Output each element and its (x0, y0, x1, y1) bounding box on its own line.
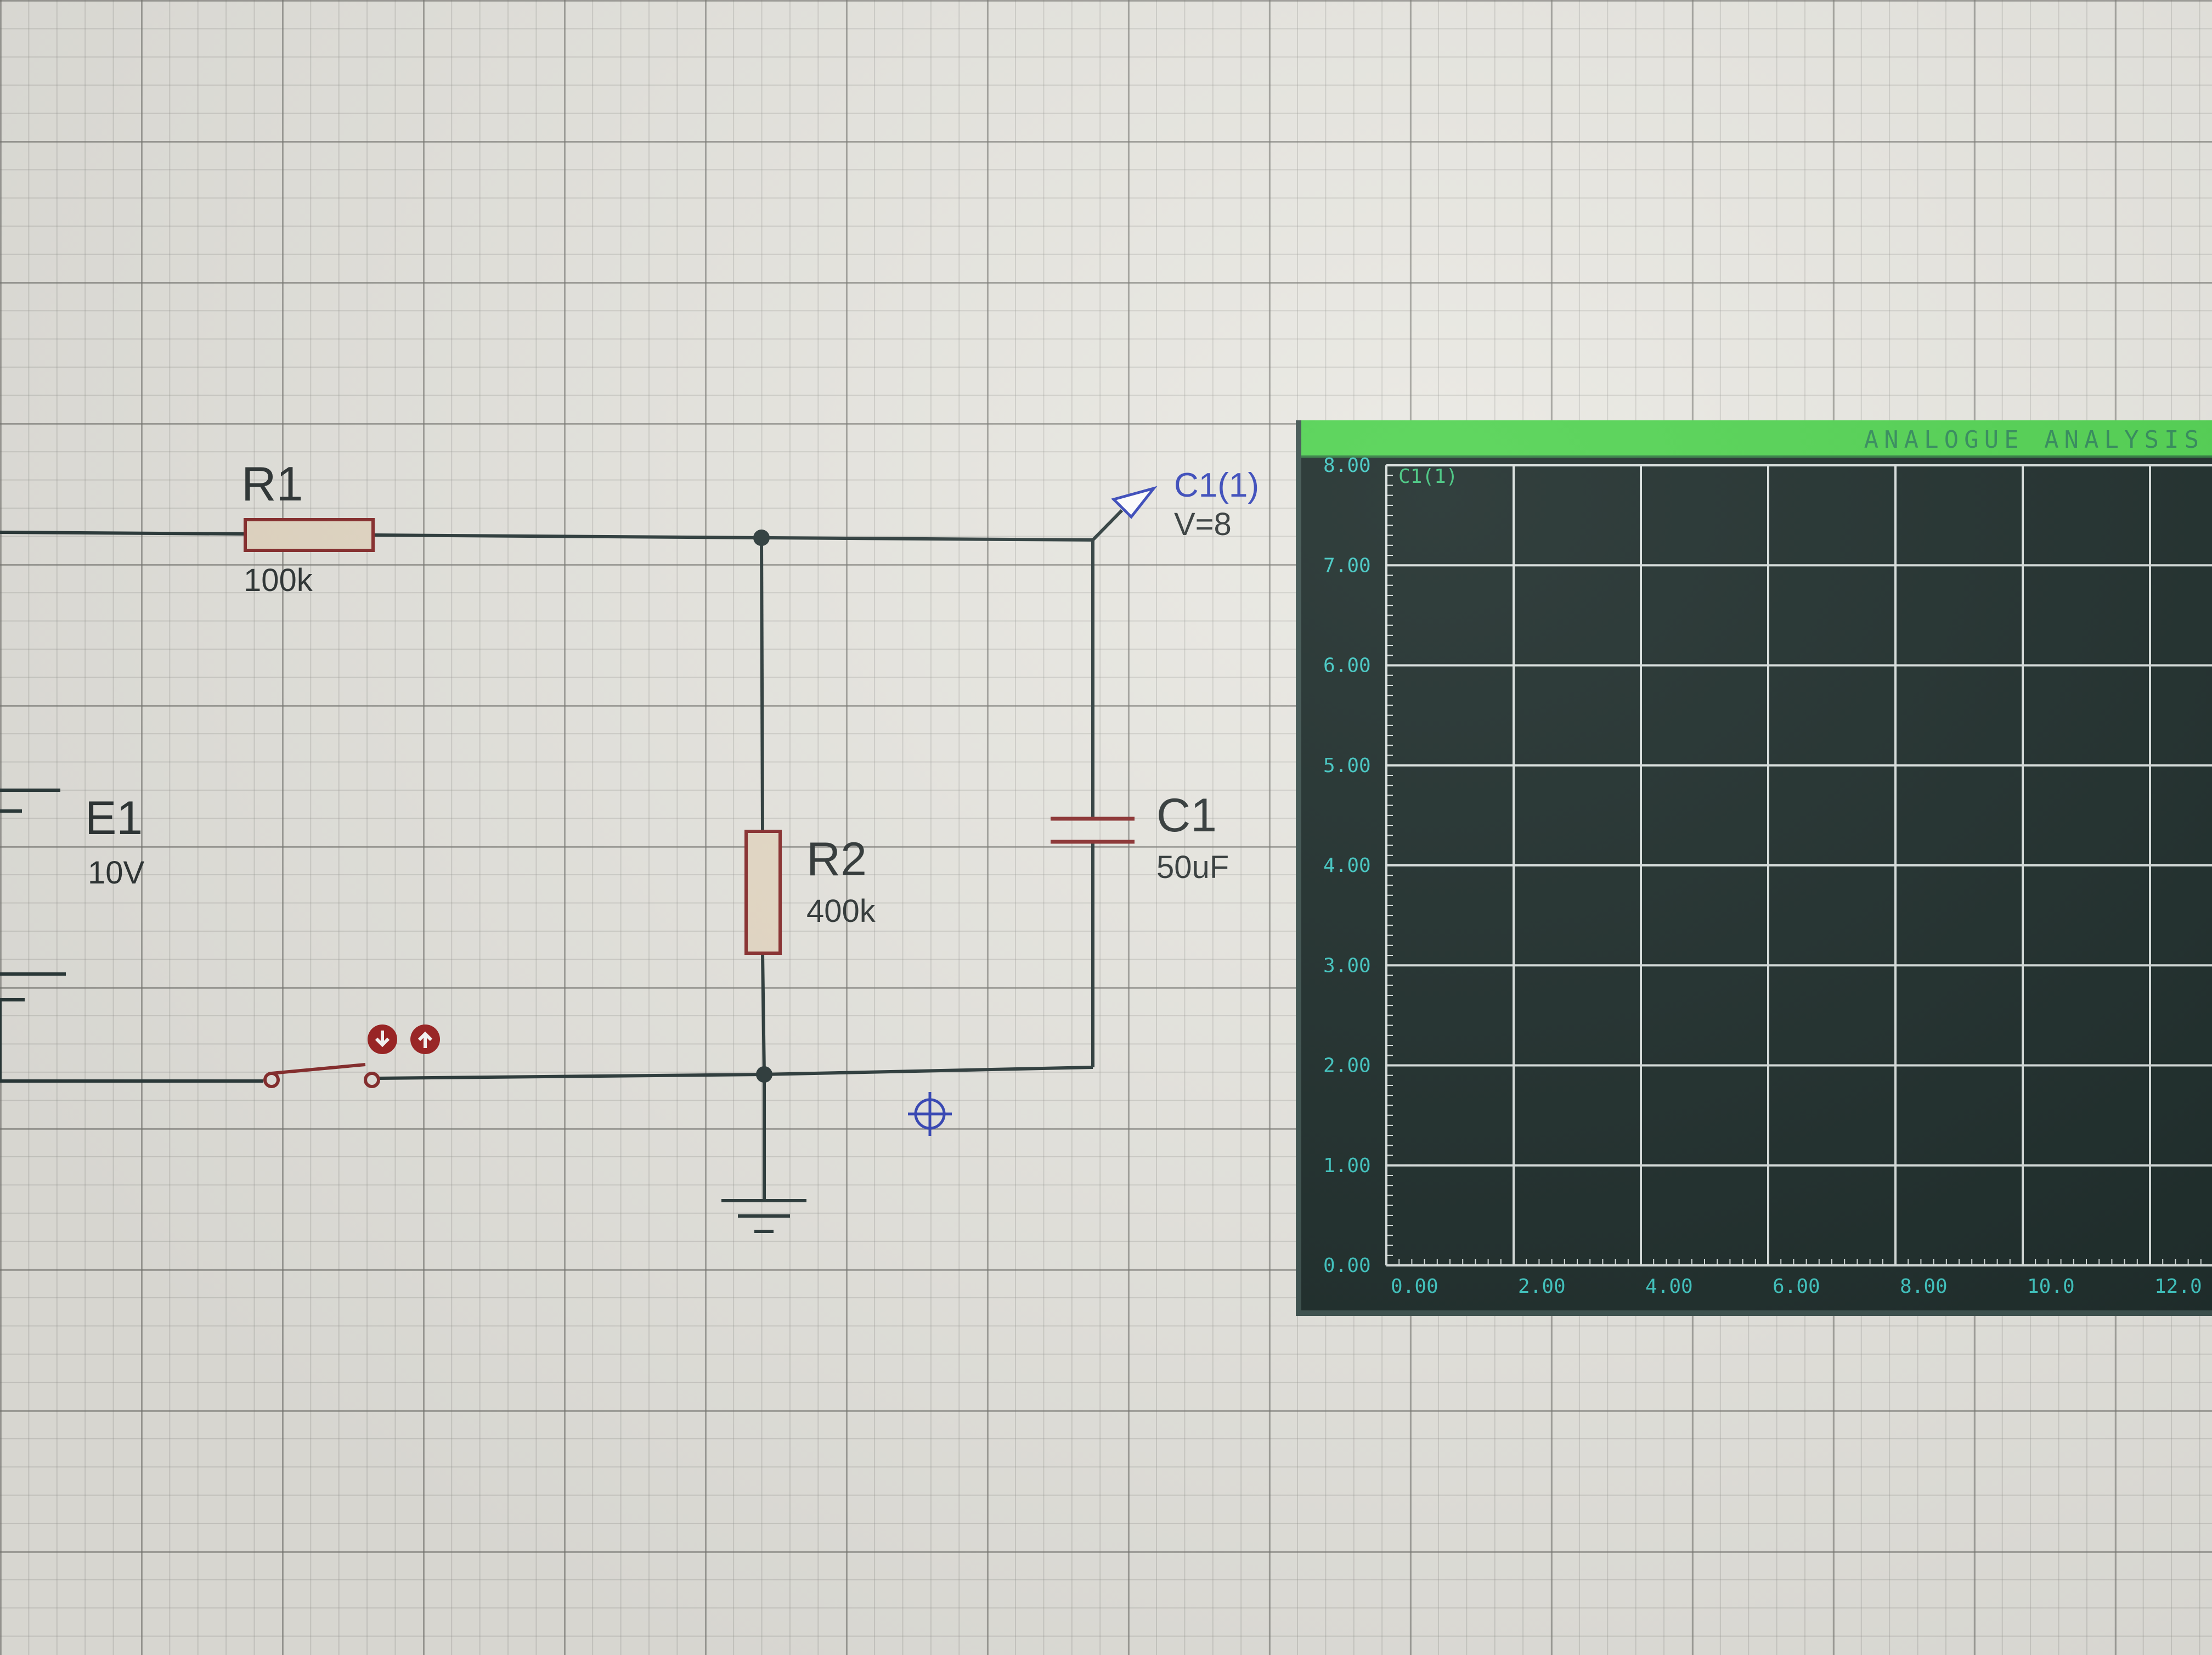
x-tick-label: 6.00 (1773, 1275, 1820, 1298)
trace-label[interactable]: C1(1) (1398, 465, 1458, 488)
junction-bottom (756, 1066, 772, 1083)
push-switch[interactable] (263, 1063, 380, 1088)
y-tick-label: 7.00 (1323, 554, 1371, 577)
x-tick-label: 10.0 (2027, 1275, 2075, 1298)
r2-value: 400k (806, 893, 876, 929)
x-tick-label: 8.00 (1900, 1275, 1948, 1298)
y-tick-label: 5.00 (1323, 755, 1371, 777)
ground-symbol (721, 1199, 806, 1233)
wires[interactable] (0, 509, 1124, 1201)
y-tick-label: 3.00 (1323, 954, 1371, 977)
graph-plot: 8.00 7.00 6.00 5.00 4.00 3.00 2.00 1.00 0.00 0.00… (1323, 454, 2212, 1298)
wire-r2-top[interactable] (760, 537, 764, 832)
probe-reading: V=8 (1174, 506, 1232, 542)
y-tick-label: 0.00 (1323, 1254, 1371, 1277)
wire-top-right[interactable] (761, 536, 1093, 542)
x-tick-label: 2.00 (1518, 1275, 1566, 1298)
x-tick-label: 12.0 (2154, 1275, 2202, 1298)
r1-value: 100k (244, 562, 313, 598)
switch-close-button[interactable] (368, 1024, 397, 1054)
wire-bottom-right[interactable] (764, 1066, 1093, 1076)
y-tick-label: 6.00 (1323, 655, 1371, 677)
y-tick-label: 2.00 (1323, 1055, 1371, 1077)
resistor-r2[interactable] (744, 830, 782, 955)
analogue-analysis-graph[interactable]: ANALOGUE ANALYSIS 8.00 7.00 6.00 5.00 4.00 3.… (1296, 420, 2212, 1316)
y-tick-label: 8.00 (1323, 454, 1371, 477)
wire-top-left[interactable] (0, 531, 246, 536)
switch-open-button[interactable] (410, 1024, 440, 1054)
x-tick-label: 4.00 (1645, 1275, 1693, 1298)
c1-value: 50uF (1156, 849, 1229, 885)
y-tick-label: 1.00 (1323, 1155, 1371, 1177)
e1-name: E1 (85, 792, 143, 845)
probe-name: C1(1) (1174, 466, 1259, 504)
c1-name: C1 (1156, 789, 1217, 842)
battery-e1[interactable] (0, 789, 66, 1001)
wire-bottom-mid[interactable] (378, 1073, 765, 1080)
wire-r2-bottom[interactable] (761, 953, 766, 1075)
resistor-r1[interactable] (244, 518, 375, 552)
capacitor-c1[interactable] (1051, 817, 1135, 844)
e1-value: 10V (88, 855, 145, 891)
r2-name: R2 (806, 833, 867, 886)
x-tick-label: 0.00 (1391, 1275, 1438, 1298)
r1-name: R1 (241, 457, 303, 511)
wire-top-mid[interactable] (373, 533, 762, 539)
wire-probe[interactable] (1091, 509, 1124, 542)
y-tick-label: 4.00 (1323, 854, 1371, 877)
junction-top (753, 530, 770, 546)
crosshair-icon (908, 1092, 952, 1136)
